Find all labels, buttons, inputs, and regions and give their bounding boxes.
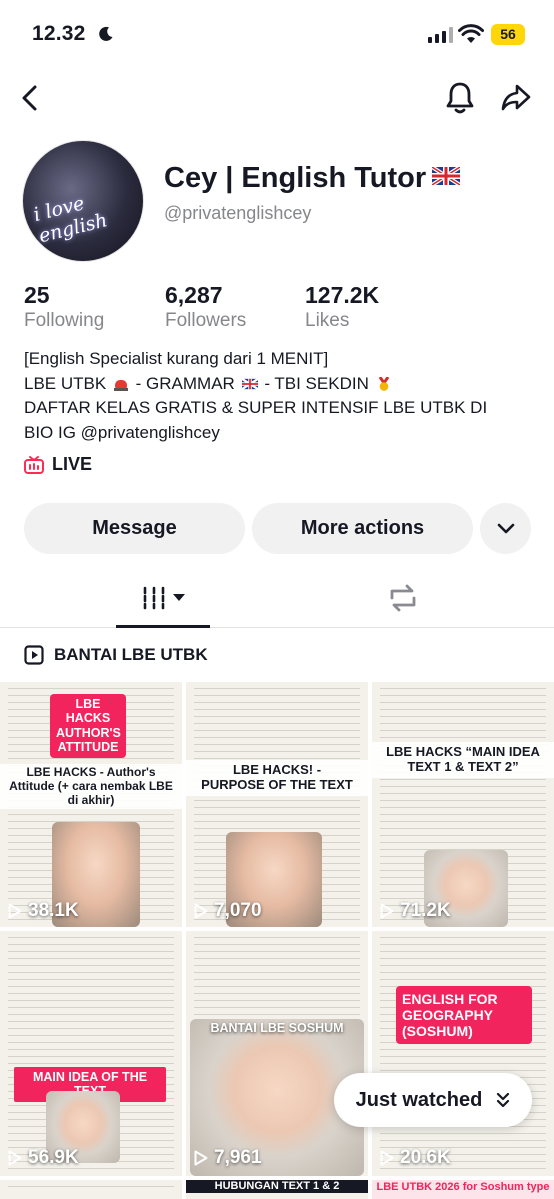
- video-tile[interactable]: MAIN IDEA OF THE TEXT 56.9K: [0, 931, 182, 1176]
- tile-title: HUBUNGAN TEXT 1 & 2: [186, 1180, 368, 1193]
- stat-followers[interactable]: 6,287 Followers: [165, 282, 246, 332]
- moon-icon: [99, 26, 113, 41]
- stat-following-label: Following: [24, 310, 105, 331]
- uk-flag-small-icon: [241, 377, 258, 390]
- signal-icon: [428, 27, 453, 43]
- status-time: 12.32: [32, 22, 86, 45]
- live-label: LIVE: [52, 454, 93, 474]
- stat-followers-label: Followers: [165, 310, 247, 331]
- tile-views: 71.2K: [380, 900, 451, 922]
- video-tile[interactable]: [0, 1180, 182, 1199]
- video-tile[interactable]: HUBUNGAN TEXT 1 & 2: [186, 1180, 368, 1199]
- stat-followers-value: 6,287: [165, 282, 223, 308]
- tile-views: 7,070: [194, 900, 262, 922]
- just-watched-label: Just watched: [355, 1088, 483, 1111]
- tile-title: LBE HACKS - Author's Attitude (+ cara ne…: [0, 764, 182, 810]
- battery-indicator: 56: [491, 24, 525, 45]
- playlist-header[interactable]: BANTAI LBE UTBK: [24, 645, 208, 665]
- play-icon: [194, 1150, 208, 1166]
- stat-following[interactable]: 25 Following: [24, 282, 104, 332]
- video-tile[interactable]: LBE HACKS! - PURPOSE OF THE TEXT 7,070: [186, 682, 368, 927]
- status-bar: 12.32 56: [0, 0, 554, 62]
- uk-flag-icon: [432, 167, 461, 185]
- tile-views-count: 71.2K: [400, 900, 451, 921]
- message-button[interactable]: Message: [24, 503, 245, 554]
- tile-document: [380, 937, 546, 1170]
- play-icon: [380, 1150, 394, 1166]
- tile-views: 7,961: [194, 1147, 262, 1169]
- bio-lbe-text: LBE UTBK: [24, 373, 107, 393]
- play-icon: [8, 1150, 22, 1166]
- tab-videos[interactable]: [116, 568, 210, 628]
- tile-document: [8, 1186, 174, 1193]
- grid-icon: [143, 586, 165, 610]
- playlist-title: BANTAI LBE UTBK: [54, 645, 208, 664]
- tile-views-count: 56.9K: [28, 1147, 79, 1168]
- medal-icon: [378, 376, 389, 391]
- profile-name: Cey | English Tutor: [164, 162, 461, 195]
- caret-down-icon: [173, 594, 185, 601]
- tile-views: 20.6K: [380, 1147, 451, 1169]
- tile-views-count: 38.1K: [28, 900, 79, 921]
- play-icon: [380, 903, 394, 919]
- chevron-down-icon: [497, 523, 514, 533]
- back-icon[interactable]: [16, 82, 44, 114]
- playlist-icon: [24, 645, 44, 665]
- double-chevron-down-icon: [497, 1092, 510, 1108]
- suggested-accounts-button[interactable]: [480, 503, 531, 554]
- tile-banner: LBE HACKS AUTHOR'S ATTITUDE: [50, 694, 126, 758]
- share-icon[interactable]: [500, 82, 532, 114]
- tile-views: 38.1K: [8, 900, 79, 922]
- active-tab-indicator: [116, 625, 210, 628]
- tile-views-count: 7,961: [214, 1147, 262, 1168]
- video-tile[interactable]: BANTAI LBE SOSHUM 7,961: [186, 931, 368, 1176]
- video-tile[interactable]: ENGLISH FOR GEOGRAPHY (SOSHUM) 20.6K: [372, 931, 554, 1176]
- play-icon: [194, 903, 208, 919]
- bio-sekdin-text: - TBI SEKDIN: [264, 373, 369, 393]
- just-watched-button[interactable]: Just watched: [334, 1073, 532, 1127]
- tile-views-count: 7,070: [214, 900, 262, 921]
- bio-line-4[interactable]: BIO IG @privatenglishcey: [24, 421, 534, 446]
- avatar-text: i love english: [31, 192, 110, 248]
- stat-likes: 127.2K Likes: [305, 282, 379, 332]
- bell-icon[interactable]: [444, 80, 476, 116]
- live-indicator[interactable]: LIVE: [24, 454, 92, 475]
- tile-banner: ENGLISH FOR GEOGRAPHY (SOSHUM): [396, 986, 532, 1045]
- tile-views: 56.9K: [8, 1147, 79, 1169]
- wifi-icon: [458, 24, 484, 43]
- stat-likes-value: 127.2K: [305, 282, 380, 308]
- tile-title: LBE HACKS “MAIN IDEA TEXT 1 & TEXT 2”: [372, 742, 554, 778]
- stat-following-value: 25: [24, 282, 50, 308]
- profile-name-text: Cey | English Tutor: [164, 162, 427, 194]
- tile-title: BANTAI LBE SOSHUM: [210, 1021, 344, 1035]
- tile-title: LBE HACKS! - PURPOSE OF THE TEXT: [186, 760, 368, 796]
- repost-icon[interactable]: [386, 582, 420, 614]
- tile-views-count: 20.6K: [400, 1147, 451, 1168]
- profile-handle: @privatenglishcey: [164, 203, 312, 223]
- bio: [English Specialist kurang dari 1 MENIT]…: [24, 347, 534, 445]
- bio-line-1: [English Specialist kurang dari 1 MENIT]: [24, 349, 329, 368]
- bio-line-2: LBE UTBK - GRAMMAR - TBI SEKDIN: [24, 372, 534, 397]
- live-tv-icon: [24, 455, 44, 474]
- tile-title: LBE UTBK 2026 for Soshum type: [376, 1181, 550, 1193]
- video-tile[interactable]: LBE HACKS AUTHOR'S ATTITUDE LBE HACKS - …: [0, 682, 182, 927]
- profile-tabs: [0, 568, 554, 628]
- stat-likes-label: Likes: [305, 310, 350, 331]
- siren-icon: [113, 379, 128, 391]
- more-actions-button[interactable]: More actions: [252, 503, 473, 554]
- play-icon: [8, 903, 22, 919]
- bio-grammar-text: - GRAMMAR: [135, 373, 235, 393]
- avatar[interactable]: i love english: [22, 140, 144, 262]
- video-tile[interactable]: LBE HACKS “MAIN IDEA TEXT 1 & TEXT 2” 71…: [372, 682, 554, 927]
- bio-line-3: DAFTAR KELAS GRATIS & SUPER INTENSIF LBE…: [24, 398, 488, 417]
- video-tile[interactable]: LBE UTBK 2026 for Soshum type: [372, 1180, 554, 1199]
